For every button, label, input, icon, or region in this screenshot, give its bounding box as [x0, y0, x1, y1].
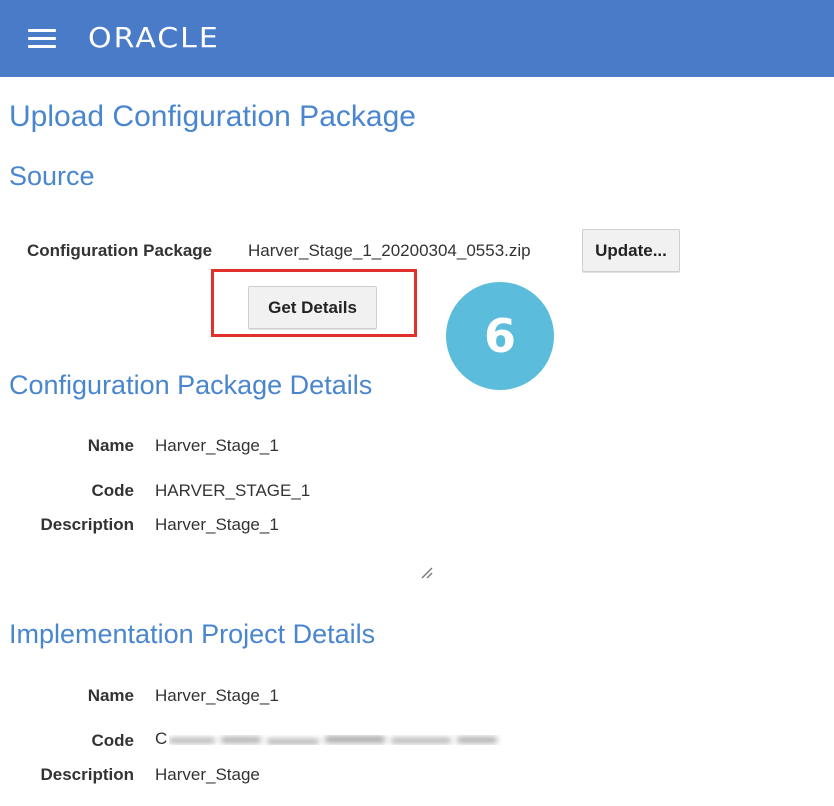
oracle-logo: ORACLE — [88, 22, 220, 55]
package-code-value: HARVER_STAGE_1 — [155, 481, 311, 500]
page-title: Upload Configuration Package — [9, 100, 416, 133]
hamburger-menu-icon[interactable] — [28, 29, 56, 48]
project-code-value: C — [155, 729, 168, 748]
package-name-label: Name — [87, 436, 134, 455]
project-code-label: Code — [91, 731, 135, 750]
configuration-package-label: Configuration Package — [27, 241, 213, 260]
get-details-button[interactable]: Get Details — [248, 286, 377, 329]
project-name-value: Harver_Stage_1 — [155, 686, 279, 705]
implementation-project-details-heading: Implementation Project Details — [9, 619, 376, 649]
resize-handle-icon[interactable] — [420, 566, 434, 580]
package-code-label: Code — [91, 481, 135, 500]
package-name-value: Harver_Stage_1 — [155, 436, 279, 455]
top-navigation-bar: ORACLE — [0, 0, 834, 77]
update-button[interactable]: Update... — [582, 229, 680, 272]
project-description-value: Harver_Stage — [155, 765, 260, 784]
project-code-value-redacted: C — [155, 729, 525, 755]
configuration-package-filename: Harver_Stage_1_20200304_0553.zip — [248, 241, 531, 260]
configuration-package-details-heading: Configuration Package Details — [9, 370, 373, 400]
project-name-label: Name — [87, 686, 134, 705]
source-heading: Source — [9, 161, 95, 191]
package-description-label: Description — [40, 515, 134, 534]
package-description-value: Harver_Stage_1 — [155, 515, 279, 534]
redaction-blur — [169, 736, 497, 744]
step-number-badge: 6 — [446, 282, 554, 390]
project-description-label: Description — [40, 765, 134, 784]
